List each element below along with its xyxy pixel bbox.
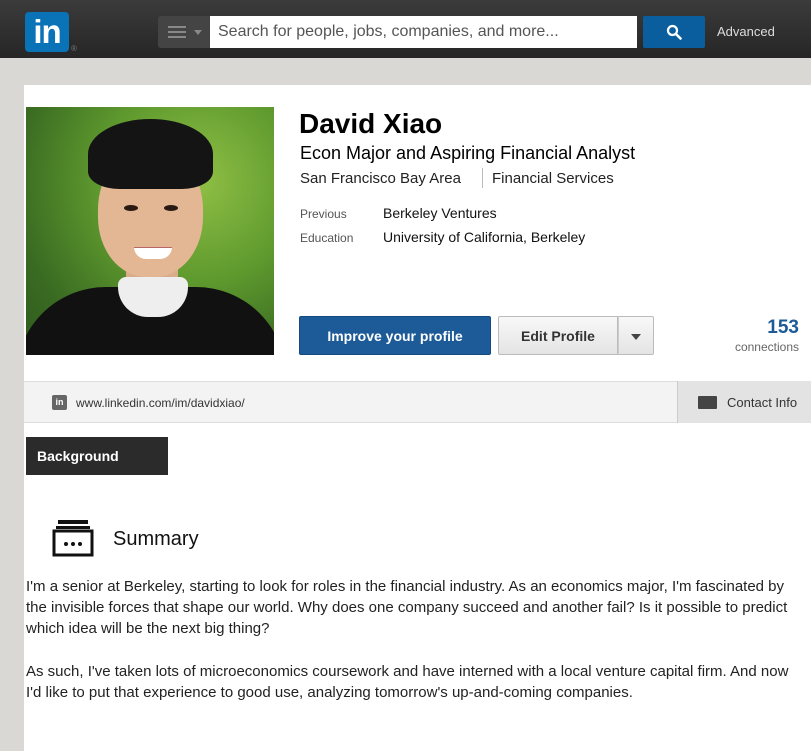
public-profile-url[interactable]: www.linkedin.com/im/davidxiao/ (76, 396, 245, 410)
chevron-down-icon (631, 334, 641, 340)
connections-count[interactable]: 153 (767, 317, 799, 339)
registered-mark: ® (71, 44, 77, 53)
top-nav-bar: in ® Advanced (0, 0, 811, 58)
summary-icon (52, 520, 94, 557)
summary-paragraph: I'm a senior at Berkeley, starting to lo… (26, 578, 788, 637)
search-icon (666, 24, 682, 40)
previous-company[interactable]: Berkeley Ventures (383, 205, 497, 221)
profile-photo[interactable] (26, 107, 274, 355)
photo-eye (124, 205, 138, 211)
search-category-dropdown[interactable] (158, 16, 210, 48)
contact-info-label[interactable]: Contact Info (727, 395, 797, 410)
tab-background[interactable]: Background (26, 437, 168, 475)
search-input[interactable] (210, 16, 637, 48)
linkedin-logo[interactable]: in (25, 12, 69, 52)
improve-profile-button[interactable]: Improve your profile (299, 316, 491, 355)
search-button[interactable] (643, 16, 705, 48)
divider (482, 168, 483, 188)
connections-label: connections (734, 340, 799, 354)
previous-label: Previous (300, 207, 347, 221)
profile-industry[interactable]: Financial Services (492, 170, 614, 187)
advanced-search-link[interactable]: Advanced (717, 24, 775, 39)
education-label: Education (300, 231, 354, 245)
profile-name: David Xiao (299, 108, 443, 139)
contact-card-icon (698, 396, 717, 409)
chevron-down-icon (194, 30, 202, 35)
menu-icon (168, 26, 186, 38)
photo-hair (88, 119, 213, 189)
profile-headline: Econ Major and Aspiring Financial Analys… (300, 143, 636, 163)
edit-profile-button[interactable]: Edit Profile (498, 316, 618, 355)
linkedin-small-icon: in (52, 395, 67, 410)
edit-profile-dropdown[interactable] (618, 316, 654, 355)
summary-heading: Summary (113, 528, 199, 550)
education-school[interactable]: University of California, Berkeley (383, 229, 585, 245)
profile-location[interactable]: San Francisco Bay Area (300, 170, 461, 187)
summary-paragraph: As such, I've taken lots of microeconomi… (26, 663, 789, 701)
photo-smile (134, 247, 172, 259)
photo-eye (164, 205, 178, 211)
